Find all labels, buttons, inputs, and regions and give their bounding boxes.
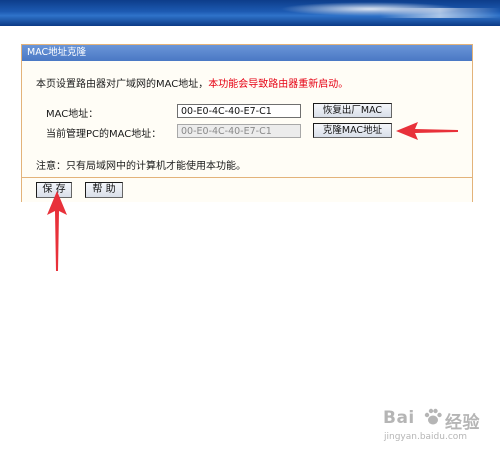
- watermark-brand-left: Bai: [383, 408, 415, 428]
- arrow-left-icon: [396, 122, 458, 140]
- banner-wave-highlight: [380, 8, 500, 18]
- mac-address-label: MAC地址：: [46, 109, 99, 120]
- help-button[interactable]: 帮 助: [85, 182, 123, 198]
- paw-icon: [424, 408, 442, 425]
- panel-title: MAC地址克隆: [22, 45, 472, 61]
- clone-mac-button[interactable]: 克隆MAC地址: [313, 123, 392, 138]
- action-bar: 保 存 帮 助: [22, 177, 472, 202]
- intro-description: 本页设置路由器对广域网的MAC地址，: [36, 79, 209, 90]
- intro-text: 本页设置路由器对广域网的MAC地址，本功能会导致路由器重新启动。: [36, 75, 348, 90]
- restart-warning: 本功能会导致路由器重新启动。: [208, 79, 349, 90]
- mac-address-input[interactable]: [177, 104, 301, 118]
- arrow-up-icon: [47, 191, 67, 271]
- pc-mac-address-label: 当前管理PC的MAC地址：: [46, 129, 162, 140]
- watermark-brand-right: 经验: [445, 413, 480, 433]
- restore-factory-mac-button[interactable]: 恢复出厂MAC: [313, 103, 392, 118]
- top-banner: [0, 0, 500, 26]
- pc-mac-address-input: [177, 124, 301, 138]
- watermark-url: jingyan.baidu.com: [384, 432, 468, 442]
- baidu-watermark: Bai 经验 jingyan.baidu.com: [379, 404, 489, 448]
- note-text: 注意：只有局域网中的计算机才能使用本功能。: [36, 161, 246, 172]
